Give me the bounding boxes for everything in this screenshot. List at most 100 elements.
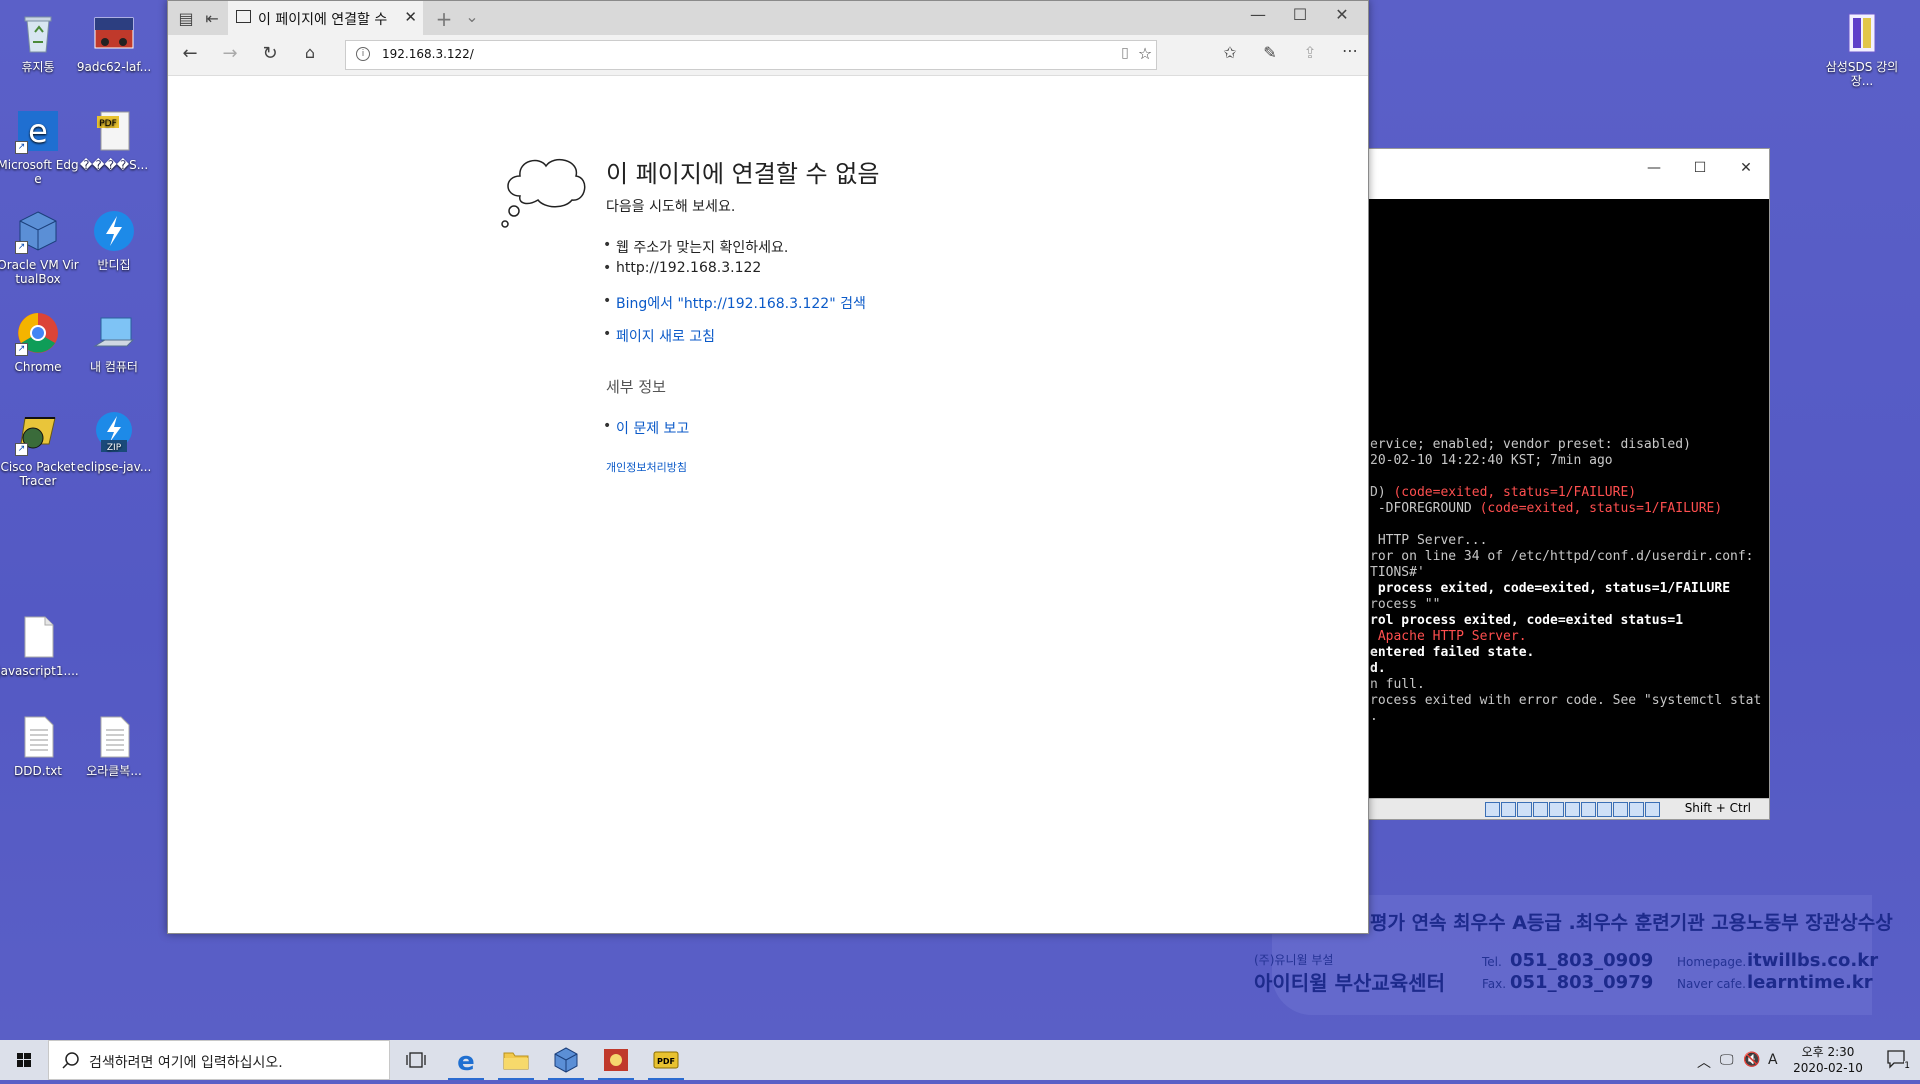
minimize-button[interactable]: — (1238, 5, 1278, 24)
taskbar-file-explorer[interactable] (492, 1040, 540, 1080)
back-icon[interactable]: ← (176, 43, 204, 64)
console-text: ervice; enabled; vendor preset: disabled… (1370, 437, 1691, 452)
vm-status-icons[interactable] (1485, 799, 1661, 818)
new-tab-icon[interactable]: + (434, 7, 454, 31)
desktop-icon-bandizip[interactable]: 반디집 (72, 208, 156, 272)
desktop-icon-label: javascript1.... (0, 664, 79, 678)
vm-close-button[interactable]: ✕ (1723, 155, 1769, 181)
more-options-icon[interactable]: ⋯ (1336, 41, 1364, 60)
desktop-icon-image[interactable]: 9adc62-laf... (72, 10, 156, 74)
clock[interactable]: 오후 2:30 2020-02-10 (1790, 1044, 1866, 1076)
console-line: Apache HTTP Server. (1370, 629, 1527, 644)
cpu-icon[interactable] (1613, 802, 1628, 817)
privacy-link[interactable]: 개인정보처리방침 (606, 459, 687, 475)
audio-icon[interactable] (1517, 802, 1532, 817)
suggestion-text: 웹 주소가 맞는지 확인하세요. (616, 240, 789, 256)
vm-titlebar[interactable]: — ☐ ✕ (1368, 149, 1769, 199)
desktop-icon-eclipse-zip[interactable]: ZIP eclipse-jav... (72, 410, 156, 474)
virtualbox-icon (554, 1047, 578, 1073)
show-hidden-icons-chevron[interactable]: ︿ (1697, 1052, 1711, 1072)
svg-text:PDF: PDF (99, 119, 117, 129)
recording-icon[interactable] (1597, 802, 1612, 817)
vm-console-window[interactable]: — ☐ ✕ ervice; enabled; vendor preset: di… (1367, 148, 1770, 820)
tab-list-chevron-icon[interactable]: ⌄ (462, 7, 482, 26)
desktop-icon-label: Chrome (14, 360, 62, 374)
desktop-icon-label: DDD.txt (13, 764, 63, 778)
address-url[interactable]: 192.168.3.122/ (382, 47, 474, 61)
banner-fax: 051_803_0979 (1510, 972, 1654, 993)
console-line: rocess exited with error code. See "syst… (1370, 693, 1761, 708)
maximize-button[interactable]: ☐ (1280, 5, 1320, 24)
action-center-button[interactable]: 1 (1886, 1049, 1910, 1071)
text-file-icon (15, 714, 61, 760)
desktop-icon-label: 내 컴퓨터 (90, 360, 138, 374)
taskbar-image-viewer[interactable] (592, 1040, 640, 1080)
vm-minimize-button[interactable]: — (1631, 155, 1677, 181)
share-icon[interactable]: ⇪ (1296, 43, 1324, 62)
optical-drive-icon[interactable] (1501, 802, 1516, 817)
taskbar-edge[interactable]: e (442, 1040, 490, 1080)
task-view-button[interactable] (392, 1040, 440, 1080)
start-button[interactable] (0, 1040, 48, 1080)
banner-tel: 051_803_0909 (1510, 950, 1654, 971)
desktop-icon-packet-tracer[interactable]: ↗ Cisco Packet Tracer (0, 410, 80, 488)
address-bar[interactable]: i 192.168.3.122/ ▯ ☆ (345, 40, 1157, 70)
tab-preview-icon[interactable]: ▤ (176, 9, 196, 28)
mouse-integration-icon[interactable] (1629, 802, 1644, 817)
taskbar-search-box[interactable]: 검색하려면 여기에 입력하십시오. (48, 1040, 390, 1080)
console-text: -DFOREGROUND (1370, 501, 1480, 516)
console-line: D) (code=exited, status=1/FAILURE) (1370, 485, 1636, 500)
vm-maximize-button[interactable]: ☐ (1677, 155, 1723, 181)
console-error-text: (code=exited, status=1/FAILURE) (1393, 485, 1637, 500)
ime-indicator[interactable]: A (1768, 1052, 1778, 1068)
desktop-icon-pdf[interactable]: PDF ����S... (72, 108, 156, 172)
windows-logo-icon (17, 1053, 31, 1067)
desktop-icon-ddd-txt[interactable]: DDD.txt (0, 714, 80, 778)
console-line: -DFOREGROUND (code=exited, status=1/FAIL… (1370, 501, 1722, 516)
set-aside-tabs-icon[interactable]: ⇤ (202, 9, 222, 28)
tab-close-icon[interactable]: ✕ (404, 8, 417, 26)
refresh-page-link[interactable]: 페이지 새로 고침 (603, 326, 715, 346)
svg-text:e: e (28, 112, 48, 150)
desktop-icon-recycle-bin[interactable]: 휴지통 (0, 10, 80, 74)
banner-company-small: (주)유니윌 부설 (1254, 953, 1334, 967)
info-icon[interactable]: i (356, 47, 370, 61)
volume-muted-icon[interactable]: 🔇 (1743, 1052, 1760, 1068)
search-placeholder: 검색하려면 여기에 입력하십시오. (89, 1055, 283, 1071)
console-line: TIONS#' (1370, 565, 1425, 580)
home-icon[interactable]: ⌂ (296, 43, 324, 62)
report-issue-link[interactable]: 이 문제 보고 (603, 418, 689, 438)
desktop-icon-samsung-sds[interactable]: 삼성SDS 강의장... (1820, 10, 1904, 88)
desktop-icon-javascript[interactable]: javascript1.... (0, 614, 80, 678)
refresh-icon[interactable]: ↻ (256, 43, 284, 64)
desktop-icon-label: Oracle VM VirtualBox (0, 258, 79, 286)
desktop-icon-edge[interactable]: e ↗ Microsoft Edge (0, 108, 80, 186)
taskbar-pdf-viewer[interactable]: PDF (642, 1040, 690, 1080)
edge-browser-window[interactable]: ▤ ⇤ 이 페이지에 연결할 수 ✕ + ⌄ — ☐ ✕ ← → ↻ ⌂ i 1… (167, 0, 1369, 934)
favorite-star-icon[interactable]: ☆ (1136, 44, 1154, 63)
virtualbox-icon: ↗ (15, 208, 61, 254)
vm-screen[interactable]: ervice; enabled; vendor preset: disabled… (1368, 199, 1769, 799)
console-text: entered failed state. (1370, 645, 1535, 660)
web-note-icon[interactable]: ✎ (1256, 43, 1284, 62)
display-icon[interactable] (1581, 802, 1596, 817)
close-button[interactable]: ✕ (1322, 5, 1362, 24)
taskbar-virtualbox[interactable] (542, 1040, 590, 1080)
bing-search-link[interactable]: Bing에서 "http://192.168.3.122" 검색 (603, 293, 866, 313)
tab-active[interactable]: 이 페이지에 연결할 수 ✕ (228, 1, 423, 35)
usb-icon[interactable] (1549, 802, 1564, 817)
desktop-icon-label: 반디집 (97, 258, 131, 272)
desktop-icon-oracle-backup[interactable]: 오라클복... (72, 714, 156, 778)
network-icon[interactable] (1533, 802, 1548, 817)
forward-icon[interactable]: → (216, 43, 244, 64)
desktop-icon-virtualbox[interactable]: ↗ Oracle VM VirtualBox (0, 208, 80, 286)
hdd-icon[interactable] (1485, 802, 1500, 817)
desktop-icon-computer[interactable]: 내 컴퓨터 (72, 310, 156, 374)
reading-view-icon[interactable]: ▯ (1116, 45, 1134, 61)
shared-folder-icon[interactable] (1565, 802, 1580, 817)
network-tray-icon[interactable]: 🖵 (1720, 1052, 1734, 1068)
keyboard-icon[interactable] (1645, 802, 1660, 817)
desktop-icon-chrome[interactable]: ↗ Chrome (0, 310, 80, 374)
favorites-hub-icon[interactable]: ✩ (1216, 43, 1244, 62)
console-line: rol process exited, code=exited status=1 (1370, 613, 1683, 628)
